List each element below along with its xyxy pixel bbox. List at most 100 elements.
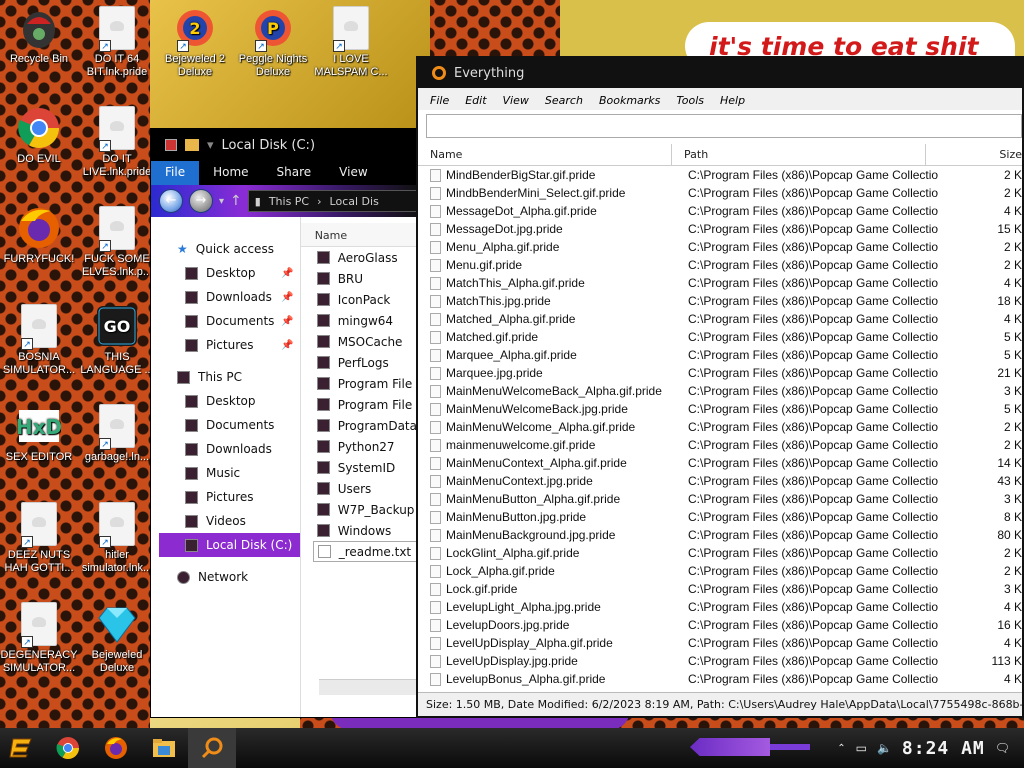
desktop-icon-item[interactable]: ↗ I LOVE MALSPAM C... <box>312 6 390 81</box>
desktop-icon-item[interactable]: ↗ BOSNIA SIMULATOR... <box>0 304 78 379</box>
nav-network[interactable]: Network <box>159 565 300 589</box>
desktop-icon-item[interactable]: ↗ FUCK SOME ELVES.lnk.p... <box>78 206 156 281</box>
result-row[interactable]: LevelupBonus_Alpha.gif.pride C:\Program F… <box>418 670 1022 688</box>
tab-home[interactable]: Home <box>199 161 262 185</box>
nav-pc-downloads[interactable]: Downloads <box>159 437 300 461</box>
desktop-icon-item[interactable]: ↗ DEGENERACY SIMULATOR... <box>0 602 78 677</box>
file-row[interactable]: Program File <box>301 394 417 415</box>
desktop-icon-item[interactable]: Bejeweled Deluxe <box>78 602 156 677</box>
menu-edit[interactable]: Edit <box>465 94 486 110</box>
result-row[interactable]: MindBenderBigStar.gif.pride C:\Program Fi… <box>418 166 1022 184</box>
file-row[interactable]: Python27 <box>301 436 417 457</box>
desktop-icon-item[interactable]: HxD SEX EDITOR <box>0 404 78 479</box>
result-row[interactable]: Matched_Alpha.gif.pride C:\Program Files … <box>418 310 1022 328</box>
menu-file[interactable]: File <box>430 94 449 110</box>
file-row[interactable]: _readme.txt <box>312 541 417 562</box>
start-button[interactable] <box>0 728 44 768</box>
forward-button[interactable]: → <box>189 189 213 213</box>
menu-help[interactable]: Help <box>720 94 745 110</box>
tab-view[interactable]: View <box>325 161 381 185</box>
result-row[interactable]: MessageDot.jpg.pride C:\Program Files (x8… <box>418 220 1022 238</box>
chevron-up-icon[interactable]: ⌃ <box>837 743 845 754</box>
chevron-down-icon[interactable]: ▾ <box>207 138 214 153</box>
taskbar-chrome[interactable] <box>44 728 92 768</box>
result-row[interactable]: Lock.gif.pride C:\Program Files (x86)\Pop… <box>418 580 1022 598</box>
taskbar-firefox[interactable] <box>92 728 140 768</box>
result-row[interactable]: MindbBenderMini_Select.gif.pride C:\Progr… <box>418 184 1022 202</box>
up-arrow-icon[interactable]: ↑ <box>230 193 242 209</box>
result-row[interactable]: MainMenuButton_Alpha.gif.pride C:\Program… <box>418 490 1022 508</box>
clock[interactable]: 8:24 AM <box>902 738 985 759</box>
result-row[interactable]: MainMenuContext.jpg.pride C:\Program File… <box>418 472 1022 490</box>
desktop-icon-item[interactable]: GO THIS LANGUAGE ... <box>78 304 156 379</box>
address-bar[interactable]: ▮ This PC › Local Dis <box>247 190 417 212</box>
nav-local-disk[interactable]: Local Disk (C:) <box>159 533 300 557</box>
column-header-name[interactable]: Name <box>300 223 417 247</box>
notifications-icon[interactable]: 🗨 <box>995 741 1010 755</box>
nav-item-downloads[interactable]: Downloads 📌 <box>159 285 300 309</box>
result-row[interactable]: LevelUpDisplay_Alpha.gif.pride C:\Program… <box>418 634 1022 652</box>
taskbar-explorer[interactable] <box>140 728 188 768</box>
nav-pc-documents[interactable]: Documents <box>159 413 300 437</box>
result-row[interactable]: LevelupLight_Alpha.jpg.pride C:\Program F… <box>418 598 1022 616</box>
file-row[interactable]: Users <box>301 478 417 499</box>
nav-this-pc[interactable]: This PC <box>159 365 300 389</box>
back-button[interactable]: ← <box>159 189 183 213</box>
desktop-icon-item[interactable]: FURRYFUCK! <box>0 206 78 281</box>
desktop-icon-item[interactable]: ↗ garbage!.ln... <box>78 404 156 479</box>
file-row[interactable]: mingw64 <box>301 310 417 331</box>
desktop-icon-item[interactable]: ↗ DO IT LIVE.lnk.pride <box>78 106 156 181</box>
search-input[interactable] <box>426 114 1022 138</box>
column-size[interactable]: Size <box>926 144 1022 165</box>
result-row[interactable]: Lock_Alpha.gif.pride C:\Program Files (x8… <box>418 562 1022 580</box>
tab-share[interactable]: Share <box>263 161 326 185</box>
desktop-icon-item[interactable]: ↗ DEEZ NUTS HAH GOTTI... <box>0 502 78 577</box>
everything-titlebar[interactable]: Everything <box>418 58 1022 88</box>
result-row[interactable]: MatchThis_Alpha.gif.pride C:\Program File… <box>418 274 1022 292</box>
result-row[interactable]: LockGlint_Alpha.gif.pride C:\Program File… <box>418 544 1022 562</box>
file-row[interactable]: MSOCache <box>301 331 417 352</box>
result-row[interactable]: MainMenuWelcome_Alpha.gif.pride C:\Progra… <box>418 418 1022 436</box>
result-row[interactable]: Matched.gif.pride C:\Program Files (x86)\… <box>418 328 1022 346</box>
result-row[interactable]: MainMenuBackground.jpg.pride C:\Program F… <box>418 526 1022 544</box>
breadcrumb-local-disk[interactable]: Local Dis <box>330 195 379 208</box>
everything-window[interactable]: Everything File Edit View Search Bookmar… <box>416 56 1024 718</box>
nav-item-documents[interactable]: Documents 📌 <box>159 309 300 333</box>
tab-file[interactable]: File <box>151 161 200 185</box>
network-icon[interactable]: ▭ <box>856 741 867 755</box>
desktop-icon-item[interactable]: DO EVIL <box>0 106 78 181</box>
desktop-icon-item[interactable]: 2 ↗ Bejeweled 2 Deluxe <box>156 6 234 81</box>
file-row[interactable]: Windows <box>301 520 417 541</box>
file-row[interactable]: SystemID <box>301 457 417 478</box>
nav-pc-videos[interactable]: Videos <box>159 509 300 533</box>
nav-item-pictures[interactable]: Pictures 📌 <box>159 333 300 357</box>
result-row[interactable]: MatchThis.jpg.pride C:\Program Files (x86… <box>418 292 1022 310</box>
recent-chevron-icon[interactable]: ▾ <box>219 196 224 207</box>
result-row[interactable]: MainMenuContext_Alpha.gif.pride C:\Progra… <box>418 454 1022 472</box>
column-path[interactable]: Path <box>672 144 926 165</box>
desktop-icon-item[interactable]: P ↗ Peggle Nights Deluxe <box>234 6 312 81</box>
desktop-icon-item[interactable]: ↗ DO IT 64 BIT.lnk.pride <box>78 6 156 81</box>
file-row[interactable]: IconPack <box>301 289 417 310</box>
menu-bookmarks[interactable]: Bookmarks <box>599 94 660 110</box>
menu-view[interactable]: View <box>503 94 529 110</box>
quick-access-toolbar-icon[interactable] <box>165 139 177 151</box>
result-row[interactable]: Menu.gif.pride C:\Program Files (x86)\Pop… <box>418 256 1022 274</box>
desktop-icon-item[interactable]: Recycle Bin <box>0 6 78 81</box>
desktop-icon-item[interactable]: ↗ hitler simulator.lnk... <box>78 502 156 577</box>
explorer-titlebar[interactable]: ▾ Local Disk (C:) <box>151 129 417 161</box>
file-row[interactable]: PerfLogs <box>301 352 417 373</box>
menu-search[interactable]: Search <box>545 94 583 110</box>
explorer-window[interactable]: ▾ Local Disk (C:) File Home Share View ←… <box>150 128 418 718</box>
taskbar-everything[interactable] <box>188 728 236 768</box>
result-row[interactable]: LevelupDoors.jpg.pride C:\Program Files (… <box>418 616 1022 634</box>
nav-pc-music[interactable]: Music <box>159 461 300 485</box>
nav-quick-access[interactable]: ★ Quick access <box>159 237 300 261</box>
result-row[interactable]: MainMenuWelcomeBack_Alpha.gif.pride C:\Pr… <box>418 382 1022 400</box>
file-row[interactable]: ProgramData <box>301 415 417 436</box>
result-row[interactable]: LevelUpDisplay.jpg.pride C:\Program Files… <box>418 652 1022 670</box>
breadcrumb-this-pc[interactable]: This PC <box>269 195 309 208</box>
result-row[interactable]: MainMenuWelcomeBack.jpg.pride C:\Program … <box>418 400 1022 418</box>
column-name[interactable]: Name <box>418 144 672 165</box>
result-row[interactable]: MainMenuButton.jpg.pride C:\Program Files… <box>418 508 1022 526</box>
